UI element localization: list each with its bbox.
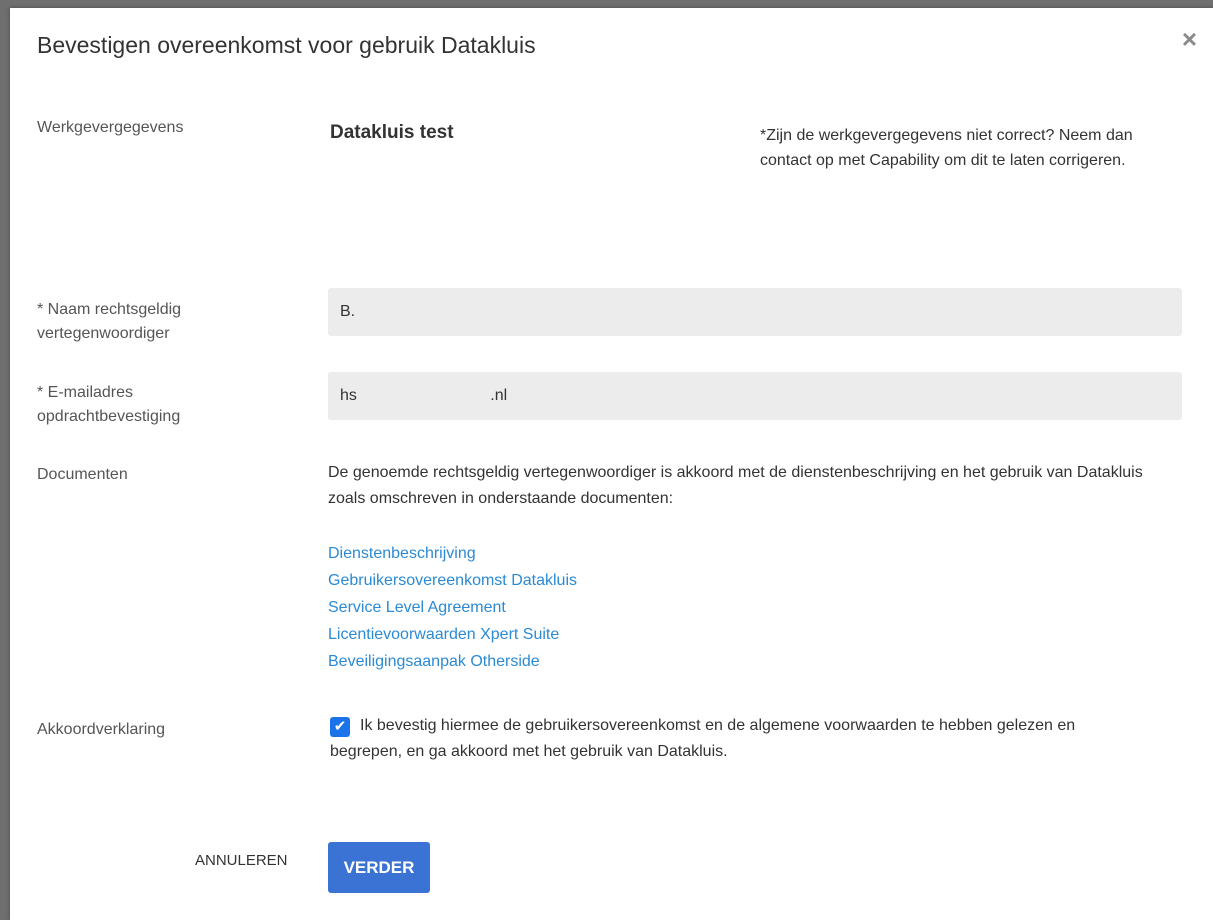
cancel-button[interactable]: ANNULEREN [195,852,288,869]
link-gebruikersovereenkomst[interactable]: Gebruikersovereenkomst Datakluis [328,567,577,594]
documents-text: De genoemde rechtsgeldig vertegenwoordig… [328,464,1143,507]
employer-name: Datakluis test [330,122,454,143]
link-beveiligingsaanpak[interactable]: Beveiligingsaanpak Otherside [328,648,577,675]
employer-label: Werkgevergegevens [37,119,184,136]
documents-label: Documenten [37,466,128,483]
agreement-checkbox[interactable]: ✔ [330,717,350,737]
representative-label-line2: vertegenwoordiger [37,325,170,342]
employer-note: *Zijn de werkgevergegevens niet correct?… [760,127,1133,169]
confirm-agreement-dialog: Bevestigen overeenkomst voor gebruik Dat… [10,8,1213,920]
document-links: Dienstenbeschrijving Gebruikersovereenko… [328,540,577,675]
agreement-label: Akkoordverklaring [37,721,166,738]
email-input[interactable] [328,372,1182,420]
representative-name-input[interactable] [328,288,1182,336]
close-icon[interactable]: × [1182,26,1197,52]
agreement-text: Ik bevestig hiermee de gebruikersovereen… [330,717,1076,760]
email-label: * E-mailadres opdrachtbevestiging [37,381,180,429]
checkmark-icon: ✔ [333,718,347,735]
representative-label: * Naam rechtsgeldig vertegenwoordiger [37,298,181,346]
next-button[interactable]: VERDER [328,842,430,893]
representative-label-line1: * Naam rechtsgeldig [37,301,182,318]
link-service-level-agreement[interactable]: Service Level Agreement [328,594,577,621]
email-label-line2: opdrachtbevestiging [37,408,181,425]
dialog-title: Bevestigen overeenkomst voor gebruik Dat… [37,32,536,58]
link-licentievoorwaarden[interactable]: Licentievoorwaarden Xpert Suite [328,621,577,648]
link-dienstenbeschrijving[interactable]: Dienstenbeschrijving [328,540,577,567]
email-label-line1: * E-mailadres [37,384,134,401]
